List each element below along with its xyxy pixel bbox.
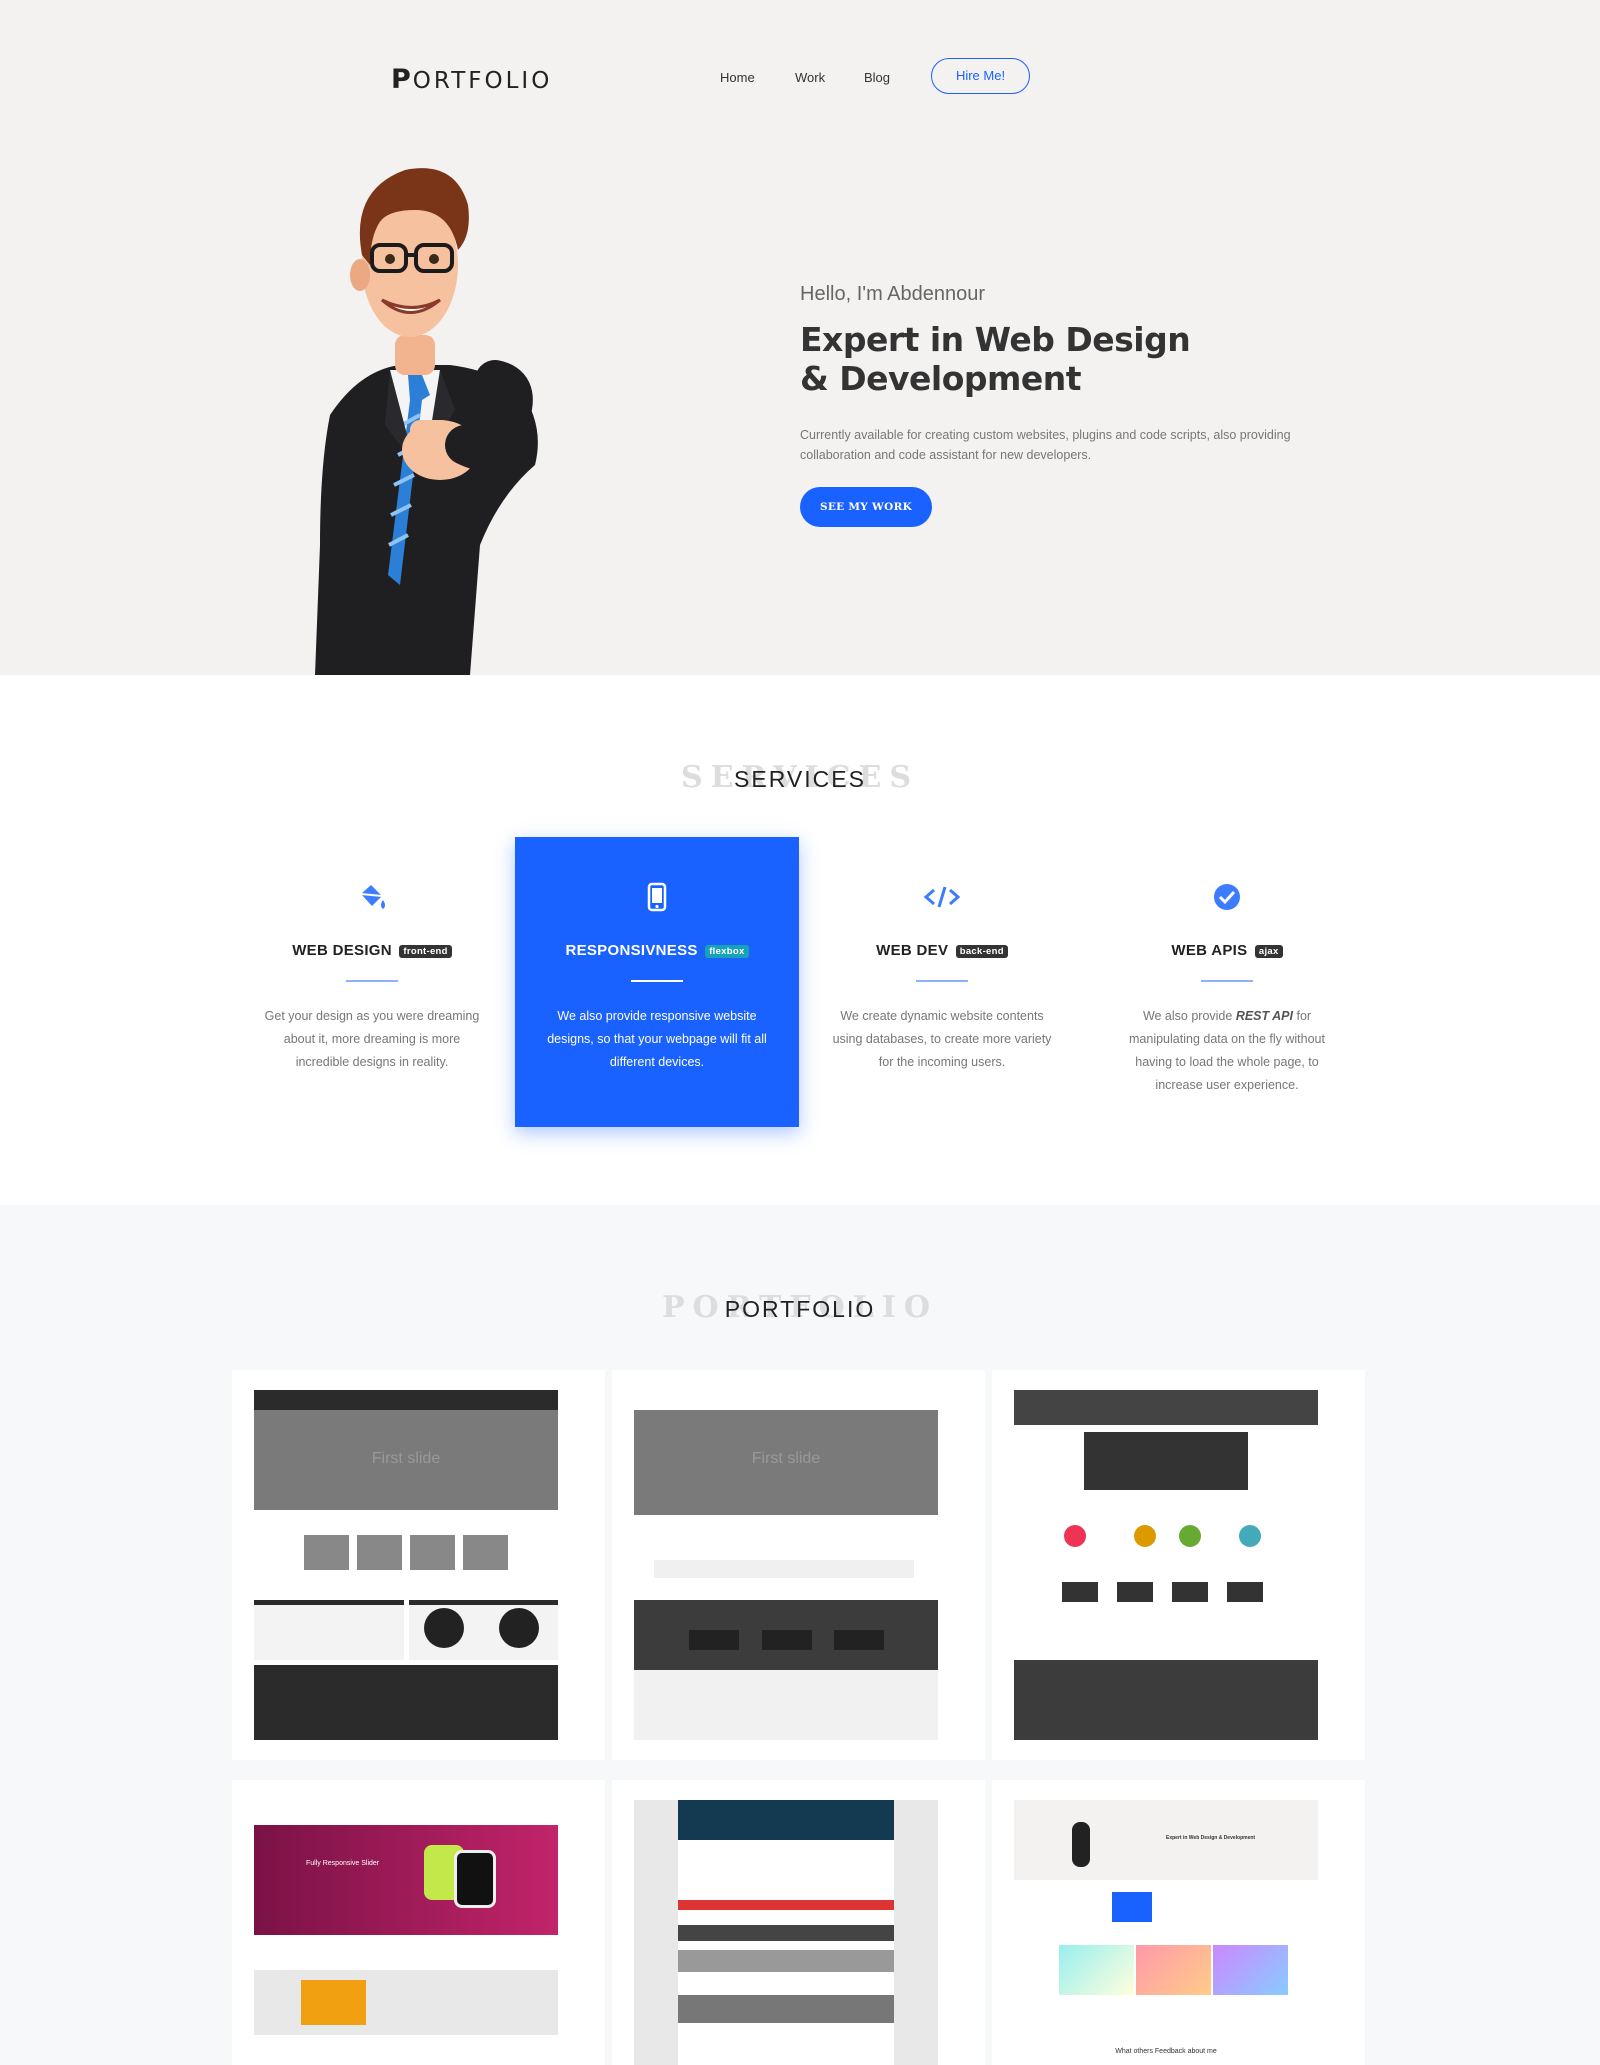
avatar-illustration bbox=[315, 168, 538, 675]
nav-home[interactable]: Home bbox=[720, 70, 755, 85]
portfolio-screenshot: First slide bbox=[634, 1390, 938, 1740]
divider bbox=[1201, 980, 1253, 982]
service-badge: back-end bbox=[955, 944, 1008, 958]
divider bbox=[631, 980, 683, 982]
service-title: WEB APIS ajax bbox=[1085, 942, 1369, 959]
check-circle-icon bbox=[1214, 884, 1240, 910]
slide-label: First slide bbox=[751, 1450, 821, 1467]
hire-me-button[interactable]: Hire Me! bbox=[931, 58, 1030, 94]
portfolio-item-4[interactable]: Fully Responsive Slider bbox=[232, 1780, 605, 2065]
portfolio-screenshot: First slide bbox=[254, 1390, 558, 1740]
slider-title: Fully Responsive Slider bbox=[306, 1860, 380, 1867]
mini-feedback-title: What others Feedback about me bbox=[1115, 2048, 1217, 2055]
portfolio-screenshot: Fully Responsive Slider bbox=[254, 1800, 558, 2065]
service-card-web-dev[interactable]: WEB DEV back-end We create dynamic websi… bbox=[800, 837, 1084, 1127]
divider bbox=[346, 980, 398, 982]
service-description: We create dynamic website contents using… bbox=[832, 1009, 1052, 1069]
nav-blog[interactable]: Blog bbox=[864, 70, 890, 85]
divider bbox=[916, 980, 968, 982]
portfolio-item-3[interactable] bbox=[992, 1370, 1365, 1760]
nav-work[interactable]: Work bbox=[795, 70, 825, 85]
services-title: SERVICES bbox=[734, 766, 866, 792]
mobile-phone-icon bbox=[647, 882, 667, 912]
service-card-web-design[interactable]: WEB DESIGN front-end Get your design as … bbox=[230, 837, 514, 1127]
service-card-web-apis[interactable]: WEB APIS ajax We also provide REST API f… bbox=[1085, 837, 1369, 1127]
mini-headline: Expert in Web Design & Development bbox=[1166, 1835, 1256, 1841]
portfolio-screenshot: Expert in Web Design & Development What … bbox=[1014, 1800, 1318, 2065]
hero-headline: Expert in Web Design & Development bbox=[800, 320, 1191, 398]
service-title: WEB DESIGN front-end bbox=[230, 942, 514, 959]
service-description: We also provide responsive website desig… bbox=[547, 1009, 767, 1069]
hero-section: PORTFOLIO Home Work Blog Hire Me! Hello,… bbox=[0, 0, 1600, 675]
hero-lead-text: Currently available for creating custom … bbox=[800, 428, 1291, 462]
service-card-responsiveness[interactable]: RESPONSIVNESS flexbox We also provide re… bbox=[515, 837, 799, 1127]
slide-label: First slide bbox=[371, 1450, 441, 1467]
service-title: RESPONSIVNESS flexbox bbox=[515, 942, 799, 959]
portfolio-item-2[interactable]: First slide bbox=[612, 1370, 985, 1760]
see-my-work-button[interactable]: SEE MY WORK bbox=[800, 487, 932, 527]
service-description: We also provide REST API for manipulatin… bbox=[1129, 1009, 1325, 1092]
main-nav: Home Work Blog Hire Me! bbox=[0, 58, 1600, 98]
code-icon bbox=[923, 886, 961, 908]
portfolio-title: PORTFOLIO bbox=[724, 1296, 876, 1322]
service-description: Get your design as you were dreaming abo… bbox=[264, 1009, 480, 1069]
portfolio-screenshot bbox=[1014, 1390, 1318, 1740]
portfolio-screenshot bbox=[634, 1800, 938, 2065]
paint-bucket-icon bbox=[360, 885, 385, 909]
portfolio-item-1[interactable]: First slide bbox=[232, 1370, 605, 1760]
service-badge: front-end bbox=[399, 944, 452, 958]
portfolio-item-5[interactable] bbox=[612, 1780, 985, 2065]
service-title: WEB DEV back-end bbox=[800, 942, 1084, 959]
service-badge: flexbox bbox=[705, 944, 749, 958]
hero-greeting: Hello, I'm Abdennour bbox=[800, 283, 986, 305]
service-badge: ajax bbox=[1254, 944, 1283, 958]
portfolio-section: PORTFOLIO PORTFOLIO First slide First sl… bbox=[0, 1205, 1600, 2065]
portfolio-item-6[interactable]: Expert in Web Design & Development What … bbox=[992, 1780, 1365, 2065]
services-section: SERVICES SERVICES WEB DESIGN front-end G… bbox=[0, 675, 1600, 1205]
